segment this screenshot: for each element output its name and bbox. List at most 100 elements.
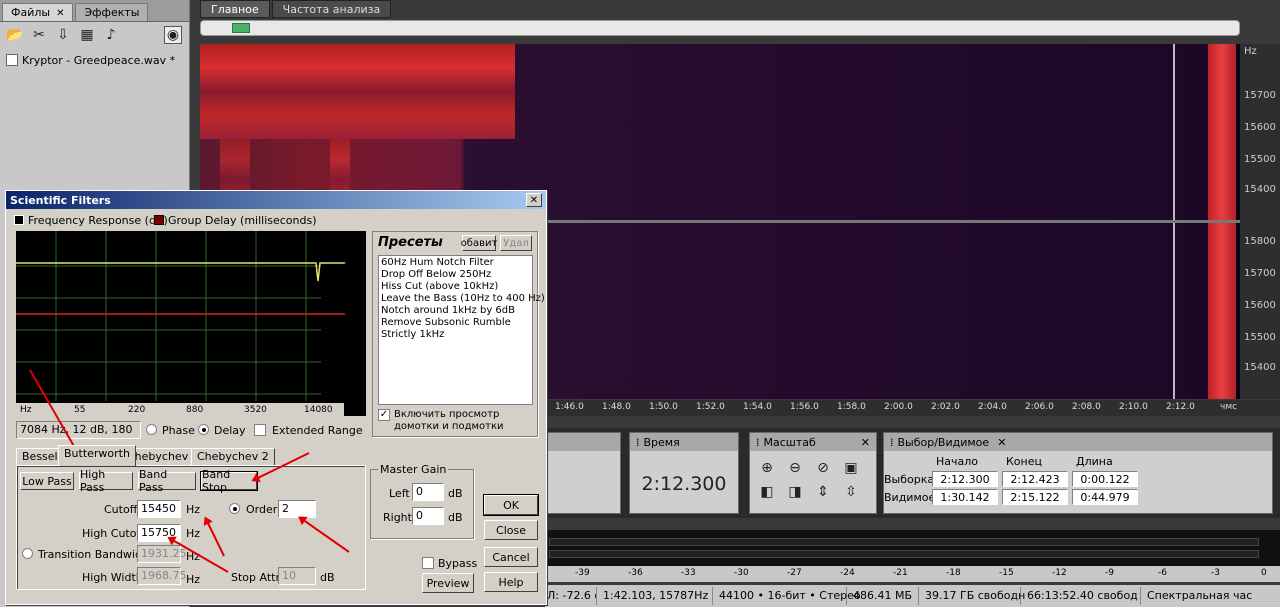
close-icon[interactable]: ✕ — [997, 436, 1006, 449]
close-icon[interactable]: ✕ — [861, 436, 870, 449]
preset-item[interactable]: Leave the Bass (10Hz to 400 Hz) — [381, 293, 545, 305]
zoom-scrollbar[interactable] — [200, 20, 1240, 36]
high-width-input[interactable]: 1968.75 — [137, 567, 187, 585]
cutoff-unit: Hz — [186, 503, 201, 516]
selection-end-field[interactable]: 2:12.423 — [1002, 471, 1068, 487]
order-input[interactable]: 2 — [278, 500, 316, 518]
db-tick: -18 — [344, 309, 359, 319]
zoom-in-horizontal-icon[interactable]: ⊕ — [758, 459, 776, 477]
meter-tick: -33 — [681, 568, 696, 578]
transition-bandwidth-radio[interactable] — [22, 548, 33, 559]
preset-item[interactable]: Hiss Cut (above 10kHz) — [381, 281, 530, 293]
phase-label: Phase — [162, 424, 195, 437]
delay-radio[interactable] — [198, 424, 209, 435]
delete-preset-button[interactable]: Удал — [500, 235, 532, 251]
status-position: 1:42.103, 15787Hz — [597, 587, 713, 605]
close-icon[interactable]: ✕ — [56, 8, 64, 19]
close-file-icon[interactable]: ✂ — [30, 26, 48, 44]
hz-tick: 15600 — [1244, 122, 1276, 133]
hz-tick: 220 — [128, 405, 146, 415]
tab-effects-label: Эффекты — [84, 6, 140, 19]
extended-range-label: Extended Range — [272, 424, 363, 437]
bypass-checkbox[interactable] — [422, 557, 434, 569]
transition-bandwidth-input[interactable]: 1931.25 — [137, 545, 187, 563]
presets-list[interactable]: 60Hz Hum Notch Filter Drop Off Below 250… — [378, 255, 545, 405]
view-icon[interactable]: ◉ — [164, 26, 182, 44]
frequency-response-graph[interactable] — [16, 231, 366, 416]
meter-tick: -36 — [628, 568, 643, 578]
high-cutoff-label: High Cutoff — [82, 527, 145, 540]
master-gain-title: Master Gain — [378, 463, 449, 476]
extended-range-checkbox[interactable] — [254, 424, 266, 436]
db-tick: -12 — [344, 293, 359, 303]
add-preset-button[interactable]: обавит — [461, 235, 497, 251]
scrollbar-thumb[interactable] — [232, 23, 250, 33]
visible-end-field[interactable]: 2:15.122 — [1002, 489, 1068, 505]
band-stop-button[interactable]: Band Stop — [200, 468, 258, 494]
insert-icon[interactable]: ⇩ — [54, 26, 72, 44]
gain-right-input[interactable]: 0 — [412, 507, 444, 525]
high-pass-button[interactable]: High Pass — [79, 468, 133, 494]
zoom-right-icon[interactable]: ◨ — [786, 483, 804, 501]
zoom-panel-title: Масштаб — [763, 435, 816, 449]
gain-right-label: Right — [383, 511, 412, 524]
playback-cursor[interactable] — [1173, 223, 1175, 399]
meter-tick: -3 — [1211, 568, 1220, 578]
visible-start-field[interactable]: 1:30.142 — [932, 489, 998, 505]
low-pass-button[interactable]: Low Pass — [20, 472, 74, 490]
tab-main[interactable]: Главное — [200, 0, 270, 18]
ok-button[interactable]: OK — [483, 494, 539, 516]
visible-length-field[interactable]: 0:44.979 — [1072, 489, 1138, 505]
preview-rewind-checkbox[interactable]: ✓ — [378, 409, 390, 421]
preview-rewind-label-1: Включить просмотр — [394, 409, 500, 420]
preview-button[interactable]: Preview — [422, 573, 474, 593]
close-button[interactable]: Close — [484, 520, 538, 540]
help-button[interactable]: Help — [484, 572, 538, 592]
hz-tick: 55 — [74, 405, 86, 415]
mix-icon[interactable]: ▦ — [78, 26, 96, 44]
preset-item[interactable]: 60Hz Hum Notch Filter — [381, 257, 530, 269]
files-toolbar: 📂 ✂ ⇩ ▦ ♪ ◉ — [0, 22, 189, 48]
time-ruler[interactable]: 1:46.0 1:48.0 1:50.0 1:52.0 1:54.0 1:56.… — [545, 400, 1280, 416]
gain-left-input[interactable]: 0 — [412, 483, 444, 501]
db-unit: dB — [344, 231, 356, 241]
tab-chebychev-2[interactable]: Chebychev 2 — [191, 448, 275, 465]
zoom-left-icon[interactable]: ◧ — [758, 483, 776, 501]
grip-icon: ⁞ — [636, 435, 640, 449]
order-radio[interactable] — [229, 503, 240, 514]
selection-length-field[interactable]: 0:00.122 — [1072, 471, 1138, 487]
tab-butterworth[interactable]: Butterworth — [58, 445, 136, 466]
tab-effects[interactable]: Эффекты — [75, 3, 149, 21]
zoom-selection-icon[interactable]: ▣ — [842, 459, 860, 477]
preset-item[interactable]: Notch around 1kHz by 6dB — [381, 305, 530, 317]
file-list-item[interactable]: Kryptor - Greedpeace.wav * — [6, 52, 183, 68]
dialog-titlebar[interactable]: Scientific Filters ✕ — [6, 191, 546, 209]
db-tick: -30 — [344, 341, 359, 351]
playback-cursor[interactable] — [1173, 44, 1175, 220]
edit-icon[interactable]: ♪ — [102, 26, 120, 44]
selection-start-field[interactable]: 2:12.300 — [932, 471, 998, 487]
preset-item[interactable]: Remove Subsonic Rumble — [381, 317, 530, 329]
cutoff-input[interactable]: 15450 — [137, 500, 181, 518]
graph-info-readout: 7084 Hz, 12 dB, 180 — [16, 421, 141, 439]
scientific-filters-dialog: Scientific Filters ✕ Frequency Response … — [5, 190, 547, 605]
dialog-close-button[interactable]: ✕ — [526, 193, 542, 207]
zoom-out-horizontal-icon[interactable]: ⊖ — [786, 459, 804, 477]
preset-item[interactable]: Drop Off Below 250Hz — [381, 269, 530, 281]
zoom-in-vertical-icon[interactable]: ⇕ — [814, 483, 832, 501]
band-pass-button[interactable]: Band Pass — [138, 468, 196, 494]
transition-bandwidth-label: Transition Bandwidth — [38, 548, 154, 561]
stop-attn-input[interactable]: 10 — [278, 567, 316, 585]
zoom-out-vertical-icon[interactable]: ⇳ — [842, 483, 860, 501]
cancel-button[interactable]: Cancel — [484, 547, 538, 567]
tab-frequency-analysis[interactable]: Частота анализа — [271, 0, 392, 18]
panel-header: ⁞ Масштаб ✕ — [750, 433, 876, 451]
tab-files[interactable]: Файлы ✕ — [2, 3, 74, 21]
phase-radio[interactable] — [146, 424, 157, 435]
zoom-out-full-icon[interactable]: ⊘ — [814, 459, 832, 477]
preset-item[interactable]: Strictly 1kHz — [381, 329, 530, 341]
tab-bessel[interactable]: Bessel — [16, 448, 64, 465]
spectral-energy-band — [1208, 44, 1236, 220]
open-file-icon[interactable]: 📂 — [6, 26, 24, 44]
transport-area: ⁞ Время 2:12.300 ⁞ Масштаб ✕ ⊕ ⊖ ⊘ ▣ ◧ ◨ ⇕ … — [545, 428, 1280, 518]
